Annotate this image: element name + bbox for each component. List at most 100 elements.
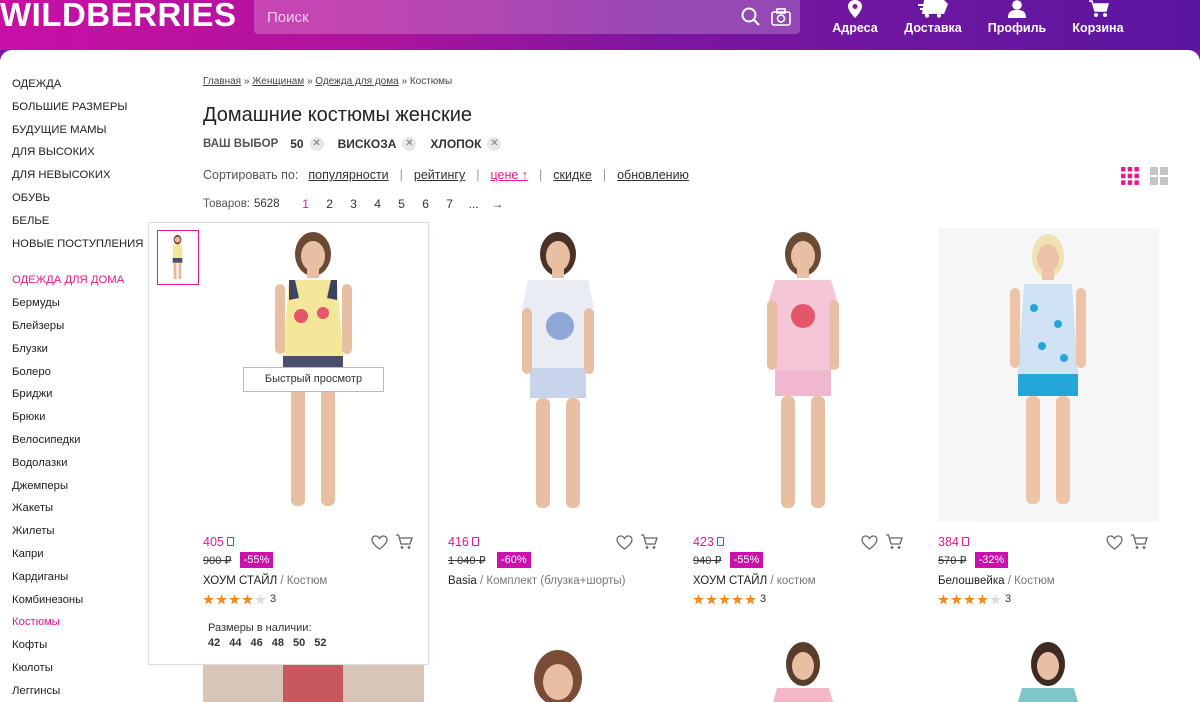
sort-updated[interactable]: обновлению [617, 168, 689, 182]
size-option[interactable]: 50 [293, 637, 305, 649]
quick-view-button[interactable]: Быстрый просмотр [243, 367, 384, 392]
count-label: Товаров: [203, 198, 250, 210]
page-link[interactable]: 4 [366, 197, 390, 211]
size-option[interactable]: 52 [314, 637, 326, 649]
sidebar-item-petite[interactable]: ДЛЯ НЕВЫСОКИХ [12, 167, 152, 190]
page-ellipsis: ... [468, 197, 479, 211]
sidebar-item-maternity[interactable]: БУДУЩИЕ МАМЫ [12, 122, 152, 145]
sidebar-item[interactable]: Блузки [12, 341, 152, 364]
heart-icon[interactable] [1106, 535, 1123, 550]
heart-icon[interactable] [371, 535, 388, 550]
sidebar-item[interactable]: Жакеты [12, 500, 152, 523]
product-title[interactable]: Basia / Комплект (блузка+шорты) [448, 575, 626, 587]
sidebar-item-active[interactable]: Костюмы [12, 614, 152, 637]
grid-view-icon[interactable] [1121, 167, 1139, 185]
search-input[interactable] [254, 0, 724, 34]
breadcrumb-sep: » [401, 76, 408, 87]
nav-cart[interactable]: Корзина [1058, 0, 1138, 35]
nav-label: Доставка [904, 21, 962, 35]
brand-name: ХОУМ СТАЙЛ [203, 575, 278, 587]
star-icon [242, 593, 253, 605]
filter-chip-label: 50 [290, 137, 304, 151]
sidebar-item[interactable]: Джемперы [12, 478, 152, 501]
page-link[interactable]: 6 [414, 197, 438, 211]
sidebar-item[interactable]: Бриджи [12, 386, 152, 409]
sidebar-item-new-arrivals[interactable]: НОВЫЕ ПОСТУПЛЕНИЯ [12, 236, 152, 259]
product-title[interactable]: ХОУМ СТАЙЛ / костюм [693, 575, 816, 587]
add-to-cart-icon[interactable] [1130, 534, 1148, 550]
product-price: 384 [938, 535, 969, 549]
product-thumbnail[interactable] [157, 230, 199, 285]
sort-label: Сортировать по: [203, 168, 299, 182]
size-option[interactable]: 48 [272, 637, 284, 649]
heart-icon[interactable] [616, 535, 633, 550]
star-icon [977, 593, 988, 605]
old-price: 1 040 ₽ [448, 555, 486, 567]
product-title[interactable]: ХОУМ СТАЙЛ / Костюм [203, 575, 327, 587]
sidebar-item[interactable]: Болеро [12, 364, 152, 387]
sizes-label: Размеры в наличии: [208, 622, 312, 634]
breadcrumb-link[interactable]: Главная [203, 76, 241, 87]
nav-profile[interactable]: Профиль [977, 0, 1057, 35]
sidebar-item[interactable]: Водолазки [12, 455, 152, 478]
sort-price[interactable]: цене ↑ [490, 168, 528, 182]
star-icon [938, 593, 949, 605]
product-image-7[interactable] [693, 638, 914, 702]
logo[interactable]: WILDBERRIES [0, 0, 237, 31]
sidebar-item[interactable]: Кардиганы [12, 569, 152, 592]
sidebar-item[interactable]: Брюки [12, 409, 152, 432]
sidebar-item-plus-size[interactable]: БОЛЬШИЕ РАЗМЕРЫ [12, 99, 152, 122]
page-link[interactable]: 3 [342, 197, 366, 211]
product-image-2[interactable] [448, 228, 669, 522]
sidebar-item-clothing[interactable]: ОДЕЖДА [12, 76, 152, 99]
nav-delivery[interactable]: Доставка [893, 0, 973, 35]
product-image-3[interactable] [693, 228, 914, 522]
sidebar-item[interactable]: Кофты [12, 637, 152, 660]
camera-icon[interactable] [770, 6, 792, 28]
sidebar-item[interactable]: Кюлоты [12, 660, 152, 683]
nav-addresses[interactable]: Адреса [815, 0, 895, 35]
sidebar-item[interactable]: Комбинезоны [12, 592, 152, 615]
remove-filter-icon[interactable]: ✕ [309, 137, 324, 151]
sidebar-item[interactable]: Жилеты [12, 523, 152, 546]
size-option[interactable]: 46 [251, 637, 263, 649]
product-title[interactable]: Белошвейка / Костюм [938, 575, 1055, 587]
add-to-cart-icon[interactable] [640, 534, 658, 550]
page-link-current[interactable]: 1 [294, 197, 318, 211]
size-option[interactable]: 42 [208, 637, 220, 649]
product-image-6[interactable] [448, 648, 669, 702]
sidebar-item-tall[interactable]: ДЛЯ ВЫСОКИХ [12, 144, 152, 167]
sort-discount[interactable]: скидке [553, 168, 592, 182]
star-icon [229, 593, 240, 605]
search-icon[interactable] [740, 6, 762, 28]
large-grid-view-icon[interactable] [1150, 167, 1168, 185]
breadcrumb-link[interactable]: Женщинам [252, 76, 304, 87]
remove-filter-icon[interactable]: ✕ [402, 137, 417, 151]
old-price-value: 1 040 [448, 555, 476, 567]
remove-filter-icon[interactable]: ✕ [487, 137, 502, 151]
sidebar-item[interactable]: Блейзеры [12, 318, 152, 341]
sidebar-item-shoes[interactable]: ОБУВЬ [12, 190, 152, 213]
page-link[interactable]: 2 [318, 197, 342, 211]
product-image-5[interactable] [203, 665, 424, 702]
sidebar-item-lingerie[interactable]: БЕЛЬЕ [12, 213, 152, 236]
sidebar-section-homewear[interactable]: ОДЕЖДА ДЛЯ ДОМА [12, 272, 152, 295]
nav-label: Профиль [987, 21, 1047, 35]
next-page-arrow[interactable]: → [486, 197, 510, 211]
product-image-8[interactable] [938, 638, 1159, 702]
product-image-4[interactable] [938, 228, 1159, 522]
heart-icon[interactable] [861, 535, 878, 550]
sort-popularity[interactable]: популярности [308, 168, 388, 182]
sidebar-item[interactable]: Капри [12, 546, 152, 569]
page-link[interactable]: 5 [390, 197, 414, 211]
add-to-cart-icon[interactable] [395, 534, 413, 550]
star-icon [255, 593, 266, 605]
add-to-cart-icon[interactable] [885, 534, 903, 550]
breadcrumb-link[interactable]: Одежда для дома [315, 76, 398, 87]
sidebar-item[interactable]: Леггинсы [12, 683, 152, 702]
sort-rating[interactable]: рейтингу [414, 168, 465, 182]
size-option[interactable]: 44 [229, 637, 241, 649]
sidebar-item[interactable]: Велосипедки [12, 432, 152, 455]
sidebar-item[interactable]: Бермуды [12, 295, 152, 318]
page-link[interactable]: 7 [438, 197, 462, 211]
